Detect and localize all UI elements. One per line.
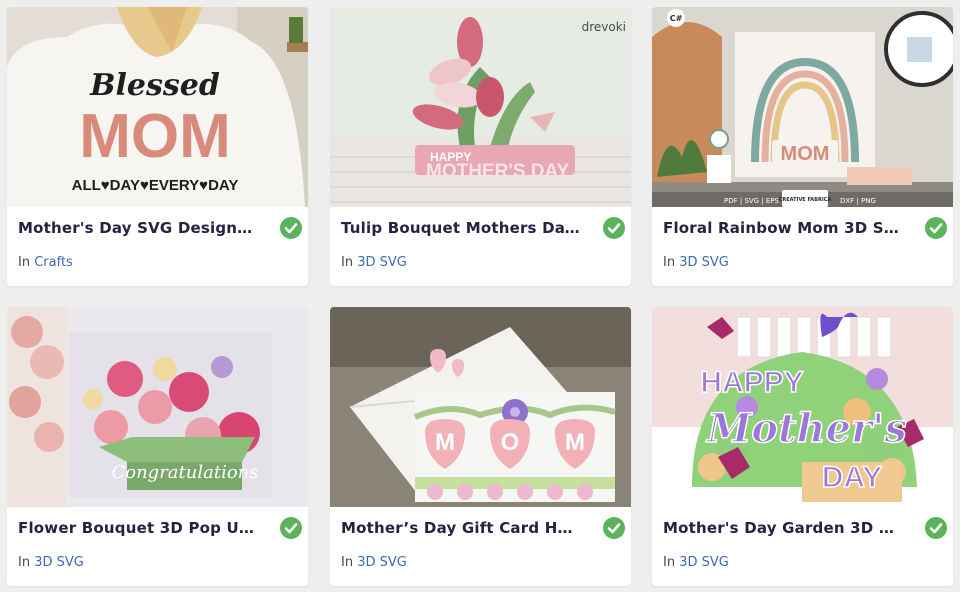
product-thumbnail[interactable]: Blessed MOM ALL♥DAY♥EVERY♥DAY xyxy=(7,7,308,207)
product-title[interactable]: Mother's Day SVG Design,Bl… xyxy=(18,219,258,237)
watermark-text: drevoki xyxy=(582,20,626,34)
in-label: In xyxy=(663,555,676,570)
title-row: Mother’s Day Gift Card Hold… xyxy=(341,517,625,541)
title-row: Tulip Bouquet Mothers Day … xyxy=(341,217,625,241)
brand-text: CREATIVE FABRICA xyxy=(779,197,832,203)
title-row: Mother's Day Garden 3D Po… xyxy=(663,517,947,541)
product-card[interactable]: MOM PDF | SVG | EPS CREATIVE FABRICA DXF… xyxy=(652,7,953,286)
product-thumbnail[interactable]: HAPPY Mother's DAY xyxy=(652,307,953,507)
category-link[interactable]: 3D SVG xyxy=(679,255,729,270)
category-row: In 3D SVG xyxy=(18,555,84,570)
product-thumbnail[interactable]: M O M xyxy=(330,307,631,507)
in-label: In xyxy=(18,555,31,570)
in-label: In xyxy=(18,255,31,270)
category-row: In 3D SVG xyxy=(341,555,407,570)
check-icon xyxy=(925,517,947,539)
product-thumbnail[interactable]: Congratulations xyxy=(7,307,308,507)
category-link[interactable]: Crafts xyxy=(34,255,73,270)
formats-right: DXF | PNG xyxy=(840,197,876,205)
check-icon xyxy=(603,217,625,239)
product-title[interactable]: Floral Rainbow Mom 3D Sha… xyxy=(663,219,903,237)
shirt-bottom-text: ALL♥DAY♥EVERY♥DAY xyxy=(72,177,239,194)
pop-word-1: HAPPY xyxy=(700,366,803,399)
card-text-line2: MOTHER'S DAY xyxy=(426,161,569,182)
letter-o: O xyxy=(501,429,520,456)
category-row: In 3D SVG xyxy=(663,555,729,570)
check-icon xyxy=(280,217,302,239)
in-label: In xyxy=(663,255,676,270)
in-label: In xyxy=(341,255,354,270)
formats-left: PDF | SVG | EPS xyxy=(724,197,780,205)
badge-text: C# xyxy=(670,14,683,23)
letter-m1: M xyxy=(435,429,455,456)
category-link[interactable]: 3D SVG xyxy=(357,555,407,570)
check-icon xyxy=(925,217,947,239)
check-icon xyxy=(603,517,625,539)
title-row: Mother's Day SVG Design,Bl… xyxy=(18,217,302,241)
pop-word-3: DAY xyxy=(822,461,883,494)
product-title[interactable]: Flower Bouquet 3D Pop Up C… xyxy=(18,519,258,537)
product-title[interactable]: Tulip Bouquet Mothers Day … xyxy=(341,219,581,237)
pop-word-2: Mother's xyxy=(705,405,907,452)
title-row: Floral Rainbow Mom 3D Sha… xyxy=(663,217,947,241)
product-card[interactable]: Congratulations Flower Bouquet 3D Pop Up… xyxy=(7,307,308,586)
product-title[interactable]: Mother's Day Garden 3D Po… xyxy=(663,519,903,537)
shirt-main-text: MOM xyxy=(79,102,231,171)
product-card[interactable]: HAPPY MOTHER'S DAY drevoki Tulip Bouquet… xyxy=(330,7,631,286)
banner-text: Congratulations xyxy=(111,462,258,483)
frame-text: MOM xyxy=(781,143,830,165)
category-link[interactable]: 3D SVG xyxy=(357,255,407,270)
category-row: In 3D SVG xyxy=(341,255,407,270)
category-link[interactable]: 3D SVG xyxy=(679,555,729,570)
category-row: In Crafts xyxy=(18,255,73,270)
category-link[interactable]: 3D SVG xyxy=(34,555,84,570)
product-thumbnail[interactable]: HAPPY MOTHER'S DAY drevoki xyxy=(330,7,631,207)
product-title[interactable]: Mother’s Day Gift Card Hold… xyxy=(341,519,581,537)
product-card[interactable]: Blessed MOM ALL♥DAY♥EVERY♥DAY Mother's D… xyxy=(7,7,308,286)
category-row: In 3D SVG xyxy=(663,255,729,270)
letter-m2: M xyxy=(565,429,585,456)
product-grid: Blessed MOM ALL♥DAY♥EVERY♥DAY Mother's D… xyxy=(0,0,960,592)
product-card[interactable]: HAPPY Mother's DAY Mother's Day Garden 3… xyxy=(652,307,953,586)
check-icon xyxy=(280,517,302,539)
shirt-top-text: Blessed xyxy=(89,68,220,103)
title-row: Flower Bouquet 3D Pop Up C… xyxy=(18,517,302,541)
product-card[interactable]: M O M Mother’s Day Gift Card Hold… In 3D… xyxy=(330,307,631,586)
in-label: In xyxy=(341,555,354,570)
product-thumbnail[interactable]: MOM PDF | SVG | EPS CREATIVE FABRICA DXF… xyxy=(652,7,953,207)
